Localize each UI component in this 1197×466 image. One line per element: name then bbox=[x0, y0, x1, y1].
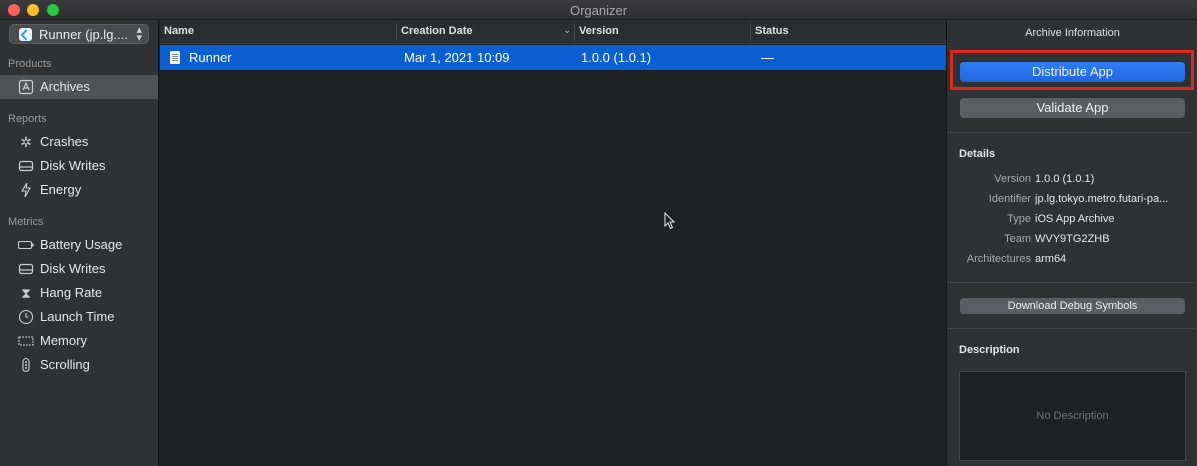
divider bbox=[947, 328, 1197, 329]
sidebar-item-label: Battery Usage bbox=[40, 237, 123, 252]
archive-icon bbox=[18, 79, 34, 95]
document-icon bbox=[170, 51, 180, 64]
column-separator bbox=[574, 23, 575, 41]
column-header-status[interactable]: Status bbox=[755, 25, 789, 37]
sidebar-item-archives[interactable]: Archives bbox=[0, 75, 158, 99]
column-header-version[interactable]: Version bbox=[579, 25, 619, 37]
detail-value-identifier: jp.lg.tokyo.metro.futari-pa... bbox=[1035, 193, 1169, 205]
sidebar-item-launch-time[interactable]: Launch Time bbox=[0, 305, 158, 329]
sidebar-item-label: Memory bbox=[40, 333, 87, 348]
scroll-icon bbox=[18, 357, 34, 373]
disk-icon bbox=[18, 158, 34, 174]
hourglass-icon: ⧗ bbox=[21, 285, 31, 301]
section-metrics: Metrics bbox=[8, 216, 44, 228]
divider bbox=[947, 282, 1197, 283]
detail-value-team: WVY9TG2ZHB bbox=[1035, 233, 1110, 245]
table-row[interactable]: Runner Mar 1, 2021 10:09 1.0.0 (1.0.1) — bbox=[160, 45, 946, 70]
distribute-app-button[interactable]: Distribute App bbox=[960, 62, 1185, 82]
description-field[interactable]: No Description bbox=[959, 371, 1186, 461]
sidebar: Runner (jp.lg.... ▴ ▾ Products Archives R… bbox=[0, 20, 159, 466]
inspector-title: Archive Information bbox=[1025, 27, 1120, 39]
section-products: Products bbox=[8, 58, 52, 70]
scheme-selector[interactable]: Runner (jp.lg.... ▴ ▾ bbox=[9, 24, 149, 44]
sidebar-item-label: Crashes bbox=[40, 134, 89, 149]
detail-key-identifier: Identifier bbox=[988, 193, 1031, 205]
disk-icon bbox=[18, 261, 34, 277]
sidebar-item-label: Hang Rate bbox=[40, 285, 103, 300]
clock-icon bbox=[18, 309, 34, 325]
column-header-creation-date[interactable]: Creation Date bbox=[401, 25, 473, 37]
detail-key-architectures: Architectures bbox=[966, 253, 1031, 265]
sidebar-item-label: Archives bbox=[40, 79, 90, 94]
detail-key-version: Version bbox=[994, 173, 1031, 185]
bolt-icon bbox=[18, 182, 34, 198]
sort-chevron-down-icon: ⌄ bbox=[563, 25, 572, 36]
sidebar-item-battery-usage[interactable]: Battery Usage bbox=[0, 233, 158, 257]
description-placeholder: No Description bbox=[1036, 410, 1109, 422]
sidebar-item-label: Energy bbox=[40, 182, 82, 197]
sidebar-item-disk-writes[interactable]: Disk Writes bbox=[0, 154, 158, 178]
sidebar-item-crashes[interactable]: ✲ Crashes bbox=[0, 130, 158, 154]
battery-icon bbox=[17, 237, 34, 253]
column-separator bbox=[396, 23, 397, 41]
cell-version: 1.0.0 (1.0.1) bbox=[581, 50, 652, 65]
title-bar: Organizer bbox=[0, 0, 1197, 20]
sidebar-item-label: Disk Writes bbox=[40, 158, 106, 173]
validate-app-button[interactable]: Validate App bbox=[960, 98, 1185, 118]
cell-status: — bbox=[761, 50, 774, 65]
sidebar-item-disk-writes-metric[interactable]: Disk Writes bbox=[0, 257, 158, 281]
detail-value-architectures: arm64 bbox=[1035, 253, 1067, 265]
description-heading: Description bbox=[959, 344, 1020, 356]
sidebar-item-label: Disk Writes bbox=[40, 261, 106, 276]
sidebar-item-memory[interactable]: Memory bbox=[0, 329, 158, 353]
table-header: Name Creation Date ⌄ Version Status bbox=[160, 20, 946, 44]
detail-value-type: iOS App Archive bbox=[1035, 213, 1115, 225]
section-reports: Reports bbox=[8, 113, 47, 125]
chevron-updown-icon: ▴ ▾ bbox=[136, 24, 142, 44]
cell-name: Runner bbox=[189, 50, 232, 65]
column-header-name[interactable]: Name bbox=[164, 25, 194, 37]
scheme-label: Runner (jp.lg.... bbox=[39, 27, 128, 42]
sidebar-item-energy[interactable]: Energy bbox=[0, 178, 158, 202]
archives-table: Name Creation Date ⌄ Version Status Runn… bbox=[160, 20, 946, 466]
sidebar-item-hang-rate[interactable]: ⧗ Hang Rate bbox=[0, 281, 158, 305]
download-debug-symbols-button[interactable]: Download Debug Symbols bbox=[960, 298, 1185, 314]
detail-key-type: Type bbox=[1007, 213, 1031, 225]
sidebar-item-label: Scrolling bbox=[40, 357, 90, 372]
detail-value-version: 1.0.0 (1.0.1) bbox=[1035, 173, 1095, 185]
inspector-panel: Archive Information Distribute App Valid… bbox=[946, 20, 1197, 466]
cell-creation-date: Mar 1, 2021 10:09 bbox=[404, 50, 510, 65]
sidebar-item-label: Launch Time bbox=[40, 309, 115, 324]
sidebar-item-scrolling[interactable]: Scrolling bbox=[0, 353, 158, 377]
organizer-window: Organizer Runner (jp.lg.... ▴ ▾ Products … bbox=[0, 0, 1197, 466]
details-heading: Details bbox=[959, 148, 996, 160]
column-separator bbox=[750, 23, 751, 41]
flutter-app-icon bbox=[19, 28, 32, 41]
window-title: Organizer bbox=[569, 3, 628, 18]
detail-key-team: Team bbox=[1004, 233, 1031, 245]
divider bbox=[947, 132, 1197, 133]
crash-icon: ✲ bbox=[20, 134, 32, 150]
memory-icon bbox=[18, 333, 34, 349]
